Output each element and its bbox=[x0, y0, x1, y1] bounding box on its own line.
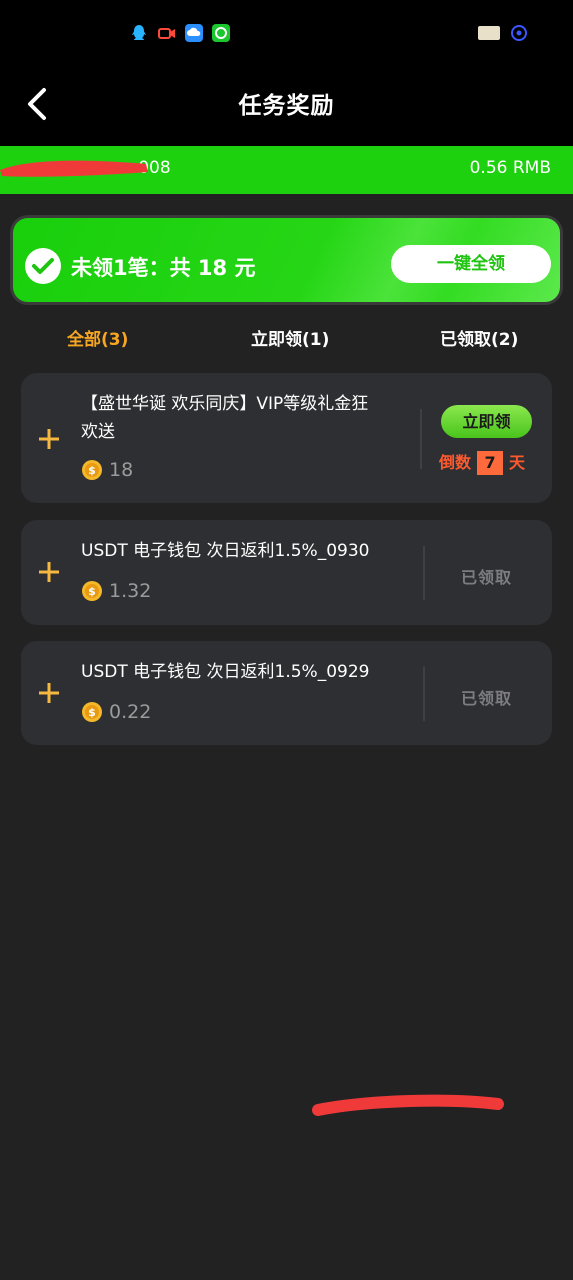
countdown-prefix: 倒数 bbox=[439, 453, 472, 472]
task-card[interactable]: USDT 电子钱包 次日返利1.5%_0930 $ 1.32 已领取 bbox=[21, 520, 552, 625]
unclaimed-summary-card: 未领1笔：共 18 元 一键全领 bbox=[10, 215, 563, 305]
coin-icon: $ bbox=[81, 459, 103, 481]
claimed-status: 已领取 bbox=[461, 689, 513, 708]
countdown-days: 7 bbox=[477, 451, 504, 475]
task-amount: 18 bbox=[109, 459, 134, 481]
redaction-scribble bbox=[0, 160, 148, 177]
task-title-continued: 欢送 bbox=[81, 422, 115, 442]
check-circle-icon bbox=[25, 248, 61, 284]
app-header: 任务奖励 bbox=[0, 66, 573, 146]
page-title: 任务奖励 bbox=[238, 93, 335, 119]
battery-icon bbox=[478, 26, 500, 40]
account-balance: 0.56 RMB bbox=[469, 158, 551, 178]
annotation-stroke bbox=[312, 1094, 504, 1116]
task-card[interactable]: USDT 电子钱包 次日返利1.5%_0929 $ 0.22 已领取 bbox=[21, 641, 552, 745]
card-divider bbox=[423, 667, 425, 721]
status-bar bbox=[0, 0, 573, 66]
claimed-status: 已领取 bbox=[461, 568, 513, 587]
task-title: USDT 电子钱包 次日返利1.5%_0929 bbox=[81, 662, 370, 682]
tab-claim-now[interactable]: 立即领(1) bbox=[251, 325, 329, 350]
countdown-suffix: 天 bbox=[509, 453, 526, 472]
card-divider bbox=[420, 409, 422, 469]
task-amount: 1.32 bbox=[109, 580, 152, 602]
claim-all-button[interactable]: 一键全领 bbox=[391, 245, 551, 283]
plus-icon[interactable] bbox=[37, 681, 61, 705]
unclaimed-summary-text: 未领1笔：共 18 元 bbox=[71, 256, 256, 280]
tab-all[interactable]: 全部(3) bbox=[67, 325, 128, 350]
plus-icon[interactable] bbox=[37, 427, 61, 451]
svg-text:$: $ bbox=[88, 706, 96, 719]
countdown: 倒数 7 天 bbox=[439, 449, 525, 475]
account-bar: ~008 0.56 RMB bbox=[0, 146, 573, 194]
coin-icon: $ bbox=[81, 580, 103, 602]
qq-notification-icon bbox=[130, 24, 148, 42]
task-amount: 0.22 bbox=[109, 701, 152, 723]
svg-text:$: $ bbox=[88, 464, 96, 477]
claim-now-button[interactable]: 立即领 bbox=[441, 405, 532, 438]
task-card[interactable]: 【盛世华诞 欢乐同庆】VIP等级礼金狂 欢送 $ 18 立即领 倒数 7 天 bbox=[21, 373, 552, 503]
wechat-notification-icon bbox=[212, 24, 230, 42]
cloud-notification-icon bbox=[185, 24, 203, 42]
flower-status-icon bbox=[510, 24, 528, 42]
card-divider bbox=[423, 546, 425, 600]
task-title: USDT 电子钱包 次日返利1.5%_0930 bbox=[81, 541, 370, 561]
tab-claimed[interactable]: 已领取(2) bbox=[440, 325, 518, 350]
video-notification-icon bbox=[158, 24, 176, 42]
coin-icon: $ bbox=[81, 701, 103, 723]
svg-text:$: $ bbox=[88, 585, 96, 598]
task-title: 【盛世华诞 欢乐同庆】VIP等级礼金狂 bbox=[81, 394, 369, 414]
plus-icon[interactable] bbox=[37, 560, 61, 584]
